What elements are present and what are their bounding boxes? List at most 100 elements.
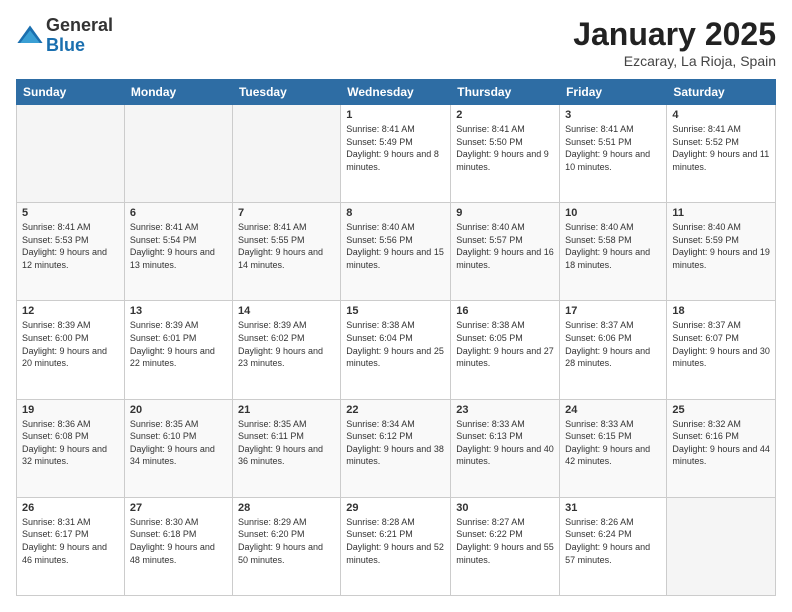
calendar-cell-w4-d6: 24 Sunrise: 8:33 AM Sunset: 6:15 PM Dayli…: [560, 399, 667, 497]
day-info-23: Sunrise: 8:33 AM Sunset: 6:13 PM Dayligh…: [456, 418, 554, 468]
day-info-30: Sunrise: 8:27 AM Sunset: 6:22 PM Dayligh…: [456, 516, 554, 566]
day-number-22: 22: [346, 404, 445, 416]
day-number-9: 9: [456, 207, 554, 219]
calendar-cell-w2-d7: 11 Sunrise: 8:40 AM Sunset: 5:59 PM Dayli…: [667, 203, 776, 301]
calendar-cell-w5-d5: 30 Sunrise: 8:27 AM Sunset: 6:22 PM Dayli…: [451, 497, 560, 595]
day-number-26: 26: [22, 502, 119, 514]
day-number-25: 25: [672, 404, 770, 416]
day-number-20: 20: [130, 404, 227, 416]
day-number-31: 31: [565, 502, 661, 514]
header-sunday: Sunday: [17, 80, 125, 105]
calendar-cell-w3-d5: 16 Sunrise: 8:38 AM Sunset: 6:05 PM Dayli…: [451, 301, 560, 399]
day-info-14: Sunrise: 8:39 AM Sunset: 6:02 PM Dayligh…: [238, 319, 335, 369]
day-number-16: 16: [456, 305, 554, 317]
calendar-week-1: 1 Sunrise: 8:41 AM Sunset: 5:49 PM Daylig…: [17, 105, 776, 203]
calendar-cell-w1-d7: 4Sunrise: 8:41 AM Sunset: 5:52 PM Daylig…: [667, 105, 776, 203]
day-number-2: 2: [456, 109, 554, 121]
day-info-22: Sunrise: 8:34 AM Sunset: 6:12 PM Dayligh…: [346, 418, 445, 468]
day-info-13: Sunrise: 8:39 AM Sunset: 6:01 PM Dayligh…: [130, 319, 227, 369]
day-info-19: Sunrise: 8:36 AM Sunset: 6:08 PM Dayligh…: [22, 418, 119, 468]
day-info-1: Sunrise: 8:41 AM Sunset: 5:49 PM Dayligh…: [346, 123, 445, 173]
calendar-cell-w3-d6: 17Sunrise: 8:37 AM Sunset: 6:06 PM Dayli…: [560, 301, 667, 399]
day-info-4: Sunrise: 8:41 AM Sunset: 5:52 PM Dayligh…: [672, 123, 770, 173]
day-number-30: 30: [456, 502, 554, 514]
logo-text: General Blue: [46, 16, 113, 56]
calendar-header-row: Sunday Monday Tuesday Wednesday Thursday…: [17, 80, 776, 105]
header: General Blue January 2025 Ezcaray, La Ri…: [16, 16, 776, 69]
calendar-cell-w3-d7: 18 Sunrise: 8:37 AM Sunset: 6:07 PM Dayli…: [667, 301, 776, 399]
calendar-cell-w3-d1: 12 Sunrise: 8:39 AM Sunset: 6:00 PM Dayli…: [17, 301, 125, 399]
day-number-11: 11: [672, 207, 770, 219]
day-number-14: 14: [238, 305, 335, 317]
day-number-24: 24: [565, 404, 661, 416]
day-number-27: 27: [130, 502, 227, 514]
day-number-23: 23: [456, 404, 554, 416]
day-number-12: 12: [22, 305, 119, 317]
day-info-9: Sunrise: 8:40 AM Sunset: 5:57 PM Dayligh…: [456, 221, 554, 271]
day-number-1: 1: [346, 109, 445, 121]
calendar-cell-w4-d3: 21 Sunrise: 8:35 AM Sunset: 6:11 PM Dayli…: [232, 399, 340, 497]
day-info-2: Sunrise: 8:41 AM Sunset: 5:50 PM Dayligh…: [456, 123, 554, 173]
day-number-15: 15: [346, 305, 445, 317]
logo-icon: [16, 22, 44, 50]
calendar-cell-w1-d5: 2 Sunrise: 8:41 AM Sunset: 5:50 PM Daylig…: [451, 105, 560, 203]
day-number-10: 10: [565, 207, 661, 219]
calendar-cell-w4-d5: 23 Sunrise: 8:33 AM Sunset: 6:13 PM Dayli…: [451, 399, 560, 497]
day-info-6: Sunrise: 8:41 AM Sunset: 5:54 PM Dayligh…: [130, 221, 227, 271]
header-wednesday: Wednesday: [341, 80, 451, 105]
calendar-cell-w2-d5: 9 Sunrise: 8:40 AM Sunset: 5:57 PM Daylig…: [451, 203, 560, 301]
day-info-27: Sunrise: 8:30 AM Sunset: 6:18 PM Dayligh…: [130, 516, 227, 566]
calendar-page: General Blue January 2025 Ezcaray, La Ri…: [0, 0, 792, 612]
header-friday: Friday: [560, 80, 667, 105]
calendar-cell-w2-d4: 8 Sunrise: 8:40 AM Sunset: 5:56 PM Daylig…: [341, 203, 451, 301]
day-info-24: Sunrise: 8:33 AM Sunset: 6:15 PM Dayligh…: [565, 418, 661, 468]
calendar-cell-w5-d4: 29Sunrise: 8:28 AM Sunset: 6:21 PM Dayli…: [341, 497, 451, 595]
day-info-12: Sunrise: 8:39 AM Sunset: 6:00 PM Dayligh…: [22, 319, 119, 369]
header-thursday: Thursday: [451, 80, 560, 105]
day-info-29: Sunrise: 8:28 AM Sunset: 6:21 PM Dayligh…: [346, 516, 445, 566]
day-number-19: 19: [22, 404, 119, 416]
calendar-week-2: 5 Sunrise: 8:41 AM Sunset: 5:53 PM Daylig…: [17, 203, 776, 301]
calendar-cell-w5-d1: 26 Sunrise: 8:31 AM Sunset: 6:17 PM Dayli…: [17, 497, 125, 595]
calendar-cell-w3-d4: 15 Sunrise: 8:38 AM Sunset: 6:04 PM Dayli…: [341, 301, 451, 399]
day-number-28: 28: [238, 502, 335, 514]
day-info-5: Sunrise: 8:41 AM Sunset: 5:53 PM Dayligh…: [22, 221, 119, 271]
day-info-8: Sunrise: 8:40 AM Sunset: 5:56 PM Dayligh…: [346, 221, 445, 271]
calendar-week-3: 12 Sunrise: 8:39 AM Sunset: 6:00 PM Dayli…: [17, 301, 776, 399]
calendar-cell-w5-d2: 27 Sunrise: 8:30 AM Sunset: 6:18 PM Dayli…: [124, 497, 232, 595]
header-monday: Monday: [124, 80, 232, 105]
calendar-cell-w5-d6: 31 Sunrise: 8:26 AM Sunset: 6:24 PM Dayli…: [560, 497, 667, 595]
day-info-16: Sunrise: 8:38 AM Sunset: 6:05 PM Dayligh…: [456, 319, 554, 369]
calendar-cell-w4-d2: 20Sunrise: 8:35 AM Sunset: 6:10 PM Dayli…: [124, 399, 232, 497]
day-info-7: Sunrise: 8:41 AM Sunset: 5:55 PM Dayligh…: [238, 221, 335, 271]
day-number-6: 6: [130, 207, 227, 219]
calendar-cell-w2-d1: 5 Sunrise: 8:41 AM Sunset: 5:53 PM Daylig…: [17, 203, 125, 301]
day-info-26: Sunrise: 8:31 AM Sunset: 6:17 PM Dayligh…: [22, 516, 119, 566]
header-tuesday: Tuesday: [232, 80, 340, 105]
day-info-10: Sunrise: 8:40 AM Sunset: 5:58 PM Dayligh…: [565, 221, 661, 271]
calendar-table: Sunday Monday Tuesday Wednesday Thursday…: [16, 79, 776, 596]
day-info-11: Sunrise: 8:40 AM Sunset: 5:59 PM Dayligh…: [672, 221, 770, 271]
logo-general-text: General: [46, 16, 113, 36]
day-number-18: 18: [672, 305, 770, 317]
day-info-18: Sunrise: 8:37 AM Sunset: 6:07 PM Dayligh…: [672, 319, 770, 369]
day-info-21: Sunrise: 8:35 AM Sunset: 6:11 PM Dayligh…: [238, 418, 335, 468]
day-info-25: Sunrise: 8:32 AM Sunset: 6:16 PM Dayligh…: [672, 418, 770, 468]
calendar-cell-w2-d6: 10 Sunrise: 8:40 AM Sunset: 5:58 PM Dayli…: [560, 203, 667, 301]
day-number-8: 8: [346, 207, 445, 219]
calendar-cell-w2-d2: 6 Sunrise: 8:41 AM Sunset: 5:54 PM Daylig…: [124, 203, 232, 301]
calendar-cell-w3-d3: 14 Sunrise: 8:39 AM Sunset: 6:02 PM Dayli…: [232, 301, 340, 399]
calendar-cell-w4-d1: 19 Sunrise: 8:36 AM Sunset: 6:08 PM Dayli…: [17, 399, 125, 497]
day-number-5: 5: [22, 207, 119, 219]
day-info-31: Sunrise: 8:26 AM Sunset: 6:24 PM Dayligh…: [565, 516, 661, 566]
day-info-15: Sunrise: 8:38 AM Sunset: 6:04 PM Dayligh…: [346, 319, 445, 369]
day-number-3: 3: [565, 109, 661, 121]
calendar-cell-w1-d2: [124, 105, 232, 203]
title-block: January 2025 Ezcaray, La Rioja, Spain: [573, 16, 776, 69]
calendar-cell-w5-d3: 28 Sunrise: 8:29 AM Sunset: 6:20 PM Dayli…: [232, 497, 340, 595]
calendar-cell-w5-d7: [667, 497, 776, 595]
day-info-3: Sunrise: 8:41 AM Sunset: 5:51 PM Dayligh…: [565, 123, 661, 173]
day-number-17: 17: [565, 305, 661, 317]
day-number-21: 21: [238, 404, 335, 416]
day-info-28: Sunrise: 8:29 AM Sunset: 6:20 PM Dayligh…: [238, 516, 335, 566]
